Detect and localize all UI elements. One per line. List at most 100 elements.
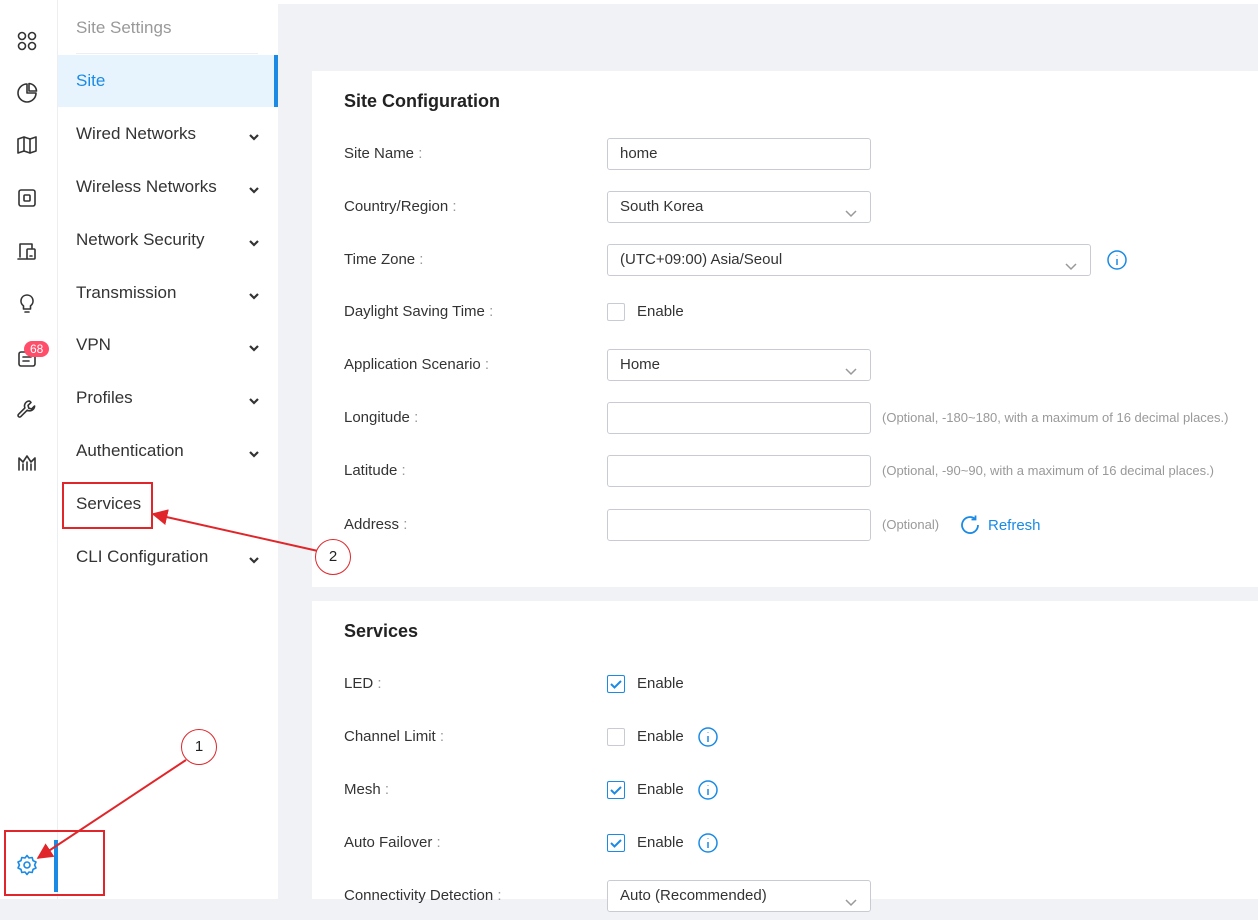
mesh-checkbox[interactable] bbox=[607, 781, 625, 799]
checkmark-icon bbox=[610, 786, 622, 795]
map-icon[interactable] bbox=[12, 130, 42, 160]
alerts-count-badge: 68 bbox=[24, 341, 50, 357]
site-configuration-card: Site Configuration Site Name : home Coun… bbox=[312, 71, 1258, 587]
latitude-row: Latitude : (Optional, -90~90, with a max… bbox=[344, 455, 1244, 487]
channel-limit-checkbox[interactable] bbox=[607, 728, 625, 746]
devices-icon[interactable] bbox=[12, 183, 42, 213]
menu-item-label: Authentication bbox=[76, 441, 184, 460]
address-label: Address : bbox=[344, 516, 408, 533]
country-label: Country/Region : bbox=[344, 198, 457, 215]
mesh-row: Mesh : Enable bbox=[344, 774, 1244, 806]
menu-item-label: Profiles bbox=[76, 388, 133, 407]
checkmark-icon bbox=[610, 680, 622, 689]
scenario-select[interactable]: Home bbox=[607, 349, 871, 381]
channel-limit-enable-label: Enable bbox=[637, 728, 684, 745]
led-checkbox[interactable] bbox=[607, 675, 625, 693]
menu-item-network-security[interactable]: Network Security bbox=[58, 214, 278, 266]
site-settings-menu: Site Settings Site Wired Networks Wirele… bbox=[58, 0, 278, 899]
dst-checkbox[interactable] bbox=[607, 303, 625, 321]
auto-failover-row: Auto Failover : Enable bbox=[344, 827, 1244, 859]
info-icon[interactable] bbox=[697, 779, 719, 801]
menu-item-profiles[interactable]: Profiles bbox=[58, 372, 278, 424]
address-input[interactable] bbox=[607, 509, 871, 541]
top-bar bbox=[278, 0, 1258, 4]
checkmark-icon bbox=[610, 839, 622, 848]
chevron-down-icon bbox=[248, 339, 260, 352]
chevron-down-icon bbox=[248, 287, 260, 300]
statistics-icon[interactable] bbox=[12, 78, 42, 108]
menu-item-label: Network Security bbox=[76, 230, 205, 249]
annotation-box-settings bbox=[4, 830, 105, 896]
menu-item-transmission[interactable]: Transmission bbox=[58, 267, 278, 319]
country-select[interactable]: South Korea bbox=[607, 191, 871, 223]
chevron-down-icon bbox=[248, 551, 260, 564]
clients-icon[interactable] bbox=[12, 236, 42, 266]
chevron-down-icon bbox=[844, 201, 858, 218]
info-icon[interactable] bbox=[1106, 249, 1128, 271]
services-card: Services LED : Enable Channel Limit : En… bbox=[312, 601, 1258, 912]
channel-limit-row: Channel Limit : Enable bbox=[344, 721, 1244, 753]
country-row: Country/Region : South Korea bbox=[344, 191, 1244, 223]
site-name-input[interactable]: home bbox=[607, 138, 871, 170]
dst-label: Daylight Saving Time : bbox=[344, 303, 494, 320]
led-checkbox-group: Enable bbox=[607, 668, 727, 700]
menu-item-label: Wireless Networks bbox=[76, 177, 217, 196]
longitude-row: Longitude : (Optional, -180~180, with a … bbox=[344, 402, 1244, 434]
menu-item-label: Wired Networks bbox=[76, 124, 196, 143]
menu-item-label: Site bbox=[76, 71, 106, 90]
site-name-row: Site Name : home bbox=[344, 138, 1244, 170]
chevron-down-icon bbox=[844, 359, 858, 376]
reports-icon[interactable] bbox=[12, 447, 42, 477]
info-icon[interactable] bbox=[697, 726, 719, 748]
site-name-label: Site Name : bbox=[344, 145, 423, 162]
scenario-label: Application Scenario : bbox=[344, 356, 490, 373]
chevron-down-icon bbox=[248, 392, 260, 405]
led-enable-label: Enable bbox=[637, 675, 684, 692]
chevron-down-icon bbox=[844, 890, 858, 907]
info-icon[interactable] bbox=[697, 832, 719, 854]
chevron-down-icon bbox=[248, 181, 260, 194]
refresh-icon bbox=[961, 515, 979, 534]
services-title: Services bbox=[344, 621, 419, 641]
insights-icon[interactable] bbox=[12, 289, 42, 319]
annotation-step-1: 1 bbox=[181, 729, 217, 765]
menu-item-site[interactable]: Site bbox=[58, 55, 278, 107]
dashboard-icon[interactable] bbox=[12, 26, 42, 56]
menu-item-cli-configuration[interactable]: CLI Configuration bbox=[58, 531, 278, 583]
menu-item-label: CLI Configuration bbox=[76, 547, 209, 566]
menu-item-label: VPN bbox=[76, 335, 111, 354]
latitude-input[interactable] bbox=[607, 455, 871, 487]
latitude-hint: (Optional, -90~90, with a maximum of 16 … bbox=[882, 463, 1215, 478]
led-label: LED : bbox=[344, 675, 382, 692]
connectivity-select[interactable]: Auto (Recommended) bbox=[607, 880, 871, 912]
connectivity-row: Connectivity Detection : Auto (Recommend… bbox=[344, 880, 1244, 912]
scenario-row: Application Scenario : Home bbox=[344, 349, 1244, 381]
icon-rail: 68 bbox=[0, 0, 58, 899]
annotation-box-services bbox=[62, 482, 153, 529]
chevron-down-icon bbox=[1064, 254, 1078, 271]
time-zone-row: Time Zone : (UTC+09:00) Asia/Seoul bbox=[344, 244, 1244, 276]
chevron-down-icon bbox=[248, 234, 260, 247]
menu-item-authentication[interactable]: Authentication bbox=[58, 425, 278, 477]
chevron-down-icon bbox=[248, 445, 260, 458]
dst-row: Daylight Saving Time : Enable bbox=[344, 296, 1244, 328]
dst-checkbox-group: Enable bbox=[607, 296, 727, 328]
refresh-button[interactable]: Refresh bbox=[958, 513, 1041, 537]
tools-icon[interactable] bbox=[12, 394, 42, 424]
time-zone-select[interactable]: (UTC+09:00) Asia/Seoul bbox=[607, 244, 1091, 276]
led-row: LED : Enable bbox=[344, 668, 1244, 700]
auto-failover-label: Auto Failover : bbox=[344, 834, 441, 851]
dst-enable-label: Enable bbox=[637, 303, 684, 320]
longitude-input[interactable] bbox=[607, 402, 871, 434]
mesh-label: Mesh : bbox=[344, 781, 390, 798]
mesh-enable-label: Enable bbox=[637, 781, 684, 798]
menu-item-wireless-networks[interactable]: Wireless Networks bbox=[58, 161, 278, 213]
address-hint: (Optional) bbox=[882, 517, 940, 532]
auto-failover-checkbox[interactable] bbox=[607, 834, 625, 852]
submenu-title: Site Settings bbox=[76, 18, 258, 54]
menu-item-vpn[interactable]: VPN bbox=[58, 319, 278, 371]
channel-limit-label: Channel Limit : bbox=[344, 728, 445, 745]
annotation-step-2: 2 bbox=[315, 539, 351, 575]
menu-item-wired-networks[interactable]: Wired Networks bbox=[58, 108, 278, 160]
menu-item-label: Transmission bbox=[76, 283, 177, 302]
